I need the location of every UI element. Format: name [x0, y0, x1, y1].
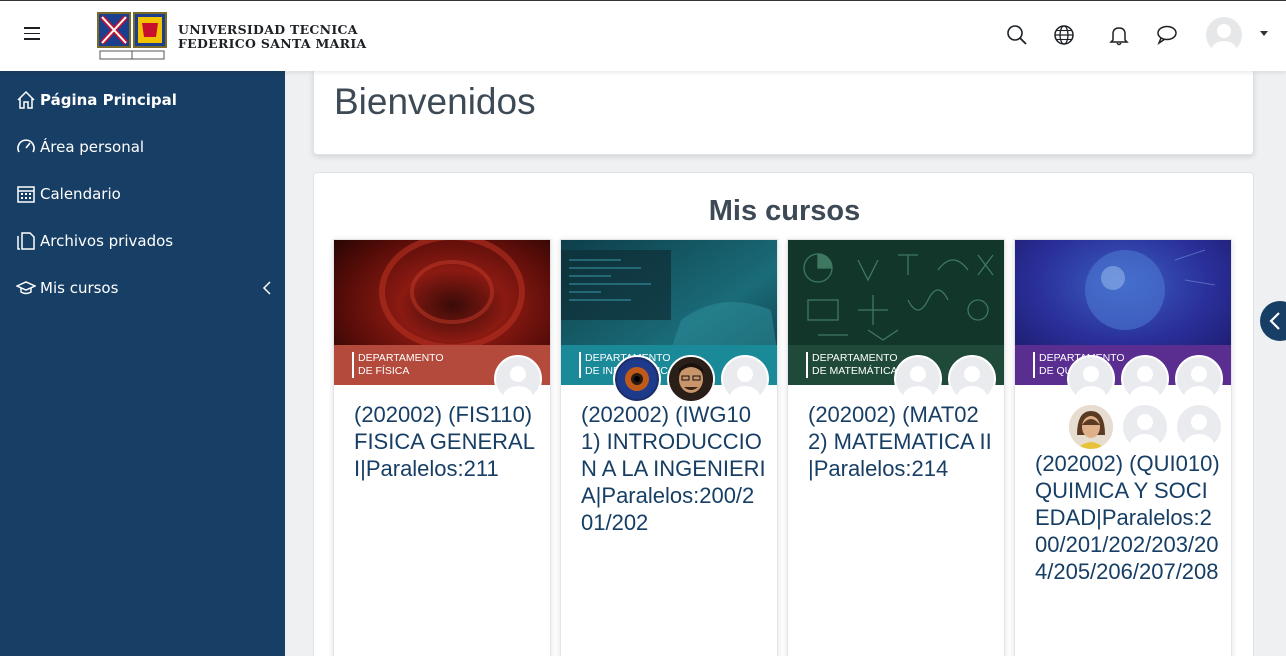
course-name[interactable]: (202002) (FIS110) FISICA GENERAL I|Paral…: [354, 401, 539, 482]
university-logo[interactable]: [96, 11, 168, 63]
sidebar-item-my-courses[interactable]: Mis cursos: [16, 274, 276, 302]
department-label: DEPARTAMENTO DE FÍSICA: [352, 352, 444, 378]
search-icon[interactable]: [1005, 23, 1029, 47]
sidebar-item-label: Mis cursos: [40, 279, 119, 297]
sidebar-item-private-files[interactable]: Archivos privados: [16, 227, 276, 255]
sidebar-item-label: Archivos privados: [40, 232, 174, 250]
sidebar-item-home[interactable]: Página Principal: [16, 86, 276, 114]
user-avatar[interactable]: [1206, 17, 1242, 53]
top-navbar: UNIVERSIDAD TECNICA FEDERICO SANTA MARIA: [0, 0, 1286, 71]
block-title: Mis cursos: [708, 195, 861, 227]
teacher-avatar[interactable]: [948, 355, 996, 403]
teacher-avatar[interactable]: [1067, 403, 1115, 451]
page-header: Bienvenidos: [313, 71, 1254, 155]
department-label: DEPARTAMENTO DE MATEMÁTICA: [806, 352, 898, 378]
teacher-avatar[interactable]: [494, 355, 542, 403]
course-card-quimica[interactable]: DEPARTAMENTO DE QUÍMICA (202002) (QUI010…: [1014, 239, 1232, 656]
department-line2: DE FÍSICA: [358, 365, 410, 377]
teacher-avatar[interactable]: [1175, 403, 1223, 451]
sidebar-item-calendar[interactable]: Calendario: [16, 180, 276, 208]
sidebar-item-label: Página Principal: [40, 91, 177, 109]
department-line2: DE MATEMÁTICA: [812, 365, 898, 377]
caret-down-icon[interactable]: [1260, 31, 1268, 36]
home-icon: [17, 90, 35, 109]
chat-icon[interactable]: [1155, 23, 1179, 47]
university-name-line1: UNIVERSIDAD TECNICA: [178, 22, 358, 37]
files-icon: [17, 232, 35, 250]
bell-icon[interactable]: [1107, 23, 1131, 47]
sidebar-item-label: Área personal: [40, 138, 145, 156]
teacher-avatar[interactable]: [1067, 355, 1115, 403]
course-card-fisica[interactable]: DEPARTAMENTO DE FÍSICA (202002) (FIS110)…: [333, 239, 551, 656]
teacher-avatar[interactable]: [1175, 355, 1223, 403]
teacher-avatar[interactable]: [1121, 403, 1169, 451]
chevron-left-icon[interactable]: [262, 281, 272, 295]
teacher-avatar[interactable]: [894, 355, 942, 403]
dashboard-icon: [17, 139, 35, 153]
sidebar: Página Principal Área personal Calendari…: [0, 71, 285, 656]
department-line1: DEPARTAMENTO: [358, 352, 444, 364]
course-name[interactable]: (202002) (QUI010) QUIMICA Y SOCIEDAD|Par…: [1035, 450, 1220, 585]
university-name-line2: FEDERICO SANTA MARIA: [178, 36, 367, 51]
course-card-matematica[interactable]: DEPARTAMENTO DE MATEMÁTICA (202002) (MAT…: [787, 239, 1005, 656]
department-line1: DEPARTAMENTO: [812, 352, 898, 364]
graduation-cap-icon: [16, 281, 36, 295]
calendar-icon: [17, 186, 35, 203]
globe-icon[interactable]: [1052, 23, 1076, 47]
university-name: UNIVERSIDAD TECNICA FEDERICO SANTA MARIA: [178, 23, 366, 51]
menu-icon[interactable]: [24, 27, 40, 41]
teacher-avatar[interactable]: [613, 355, 661, 403]
drawer-toggle-button[interactable]: [1260, 301, 1286, 341]
chevron-left-icon: [1269, 312, 1280, 330]
course-name[interactable]: (202002) (IWG101) INTRODUCCION A LA INGE…: [581, 401, 766, 536]
course-card-informatica[interactable]: DEPARTAMENTO DE INFORMÁTICA (202002) (IW…: [560, 239, 778, 656]
course-name[interactable]: (202002) (MAT022) MATEMATICA II|Paralelo…: [808, 401, 993, 482]
teacher-avatar[interactable]: [1121, 355, 1169, 403]
sidebar-item-dashboard[interactable]: Área personal: [16, 133, 276, 161]
sidebar-item-label: Calendario: [40, 185, 121, 203]
teacher-avatar[interactable]: [667, 355, 715, 403]
teacher-avatar[interactable]: [721, 355, 769, 403]
page-title: Bienvenidos: [334, 81, 536, 122]
